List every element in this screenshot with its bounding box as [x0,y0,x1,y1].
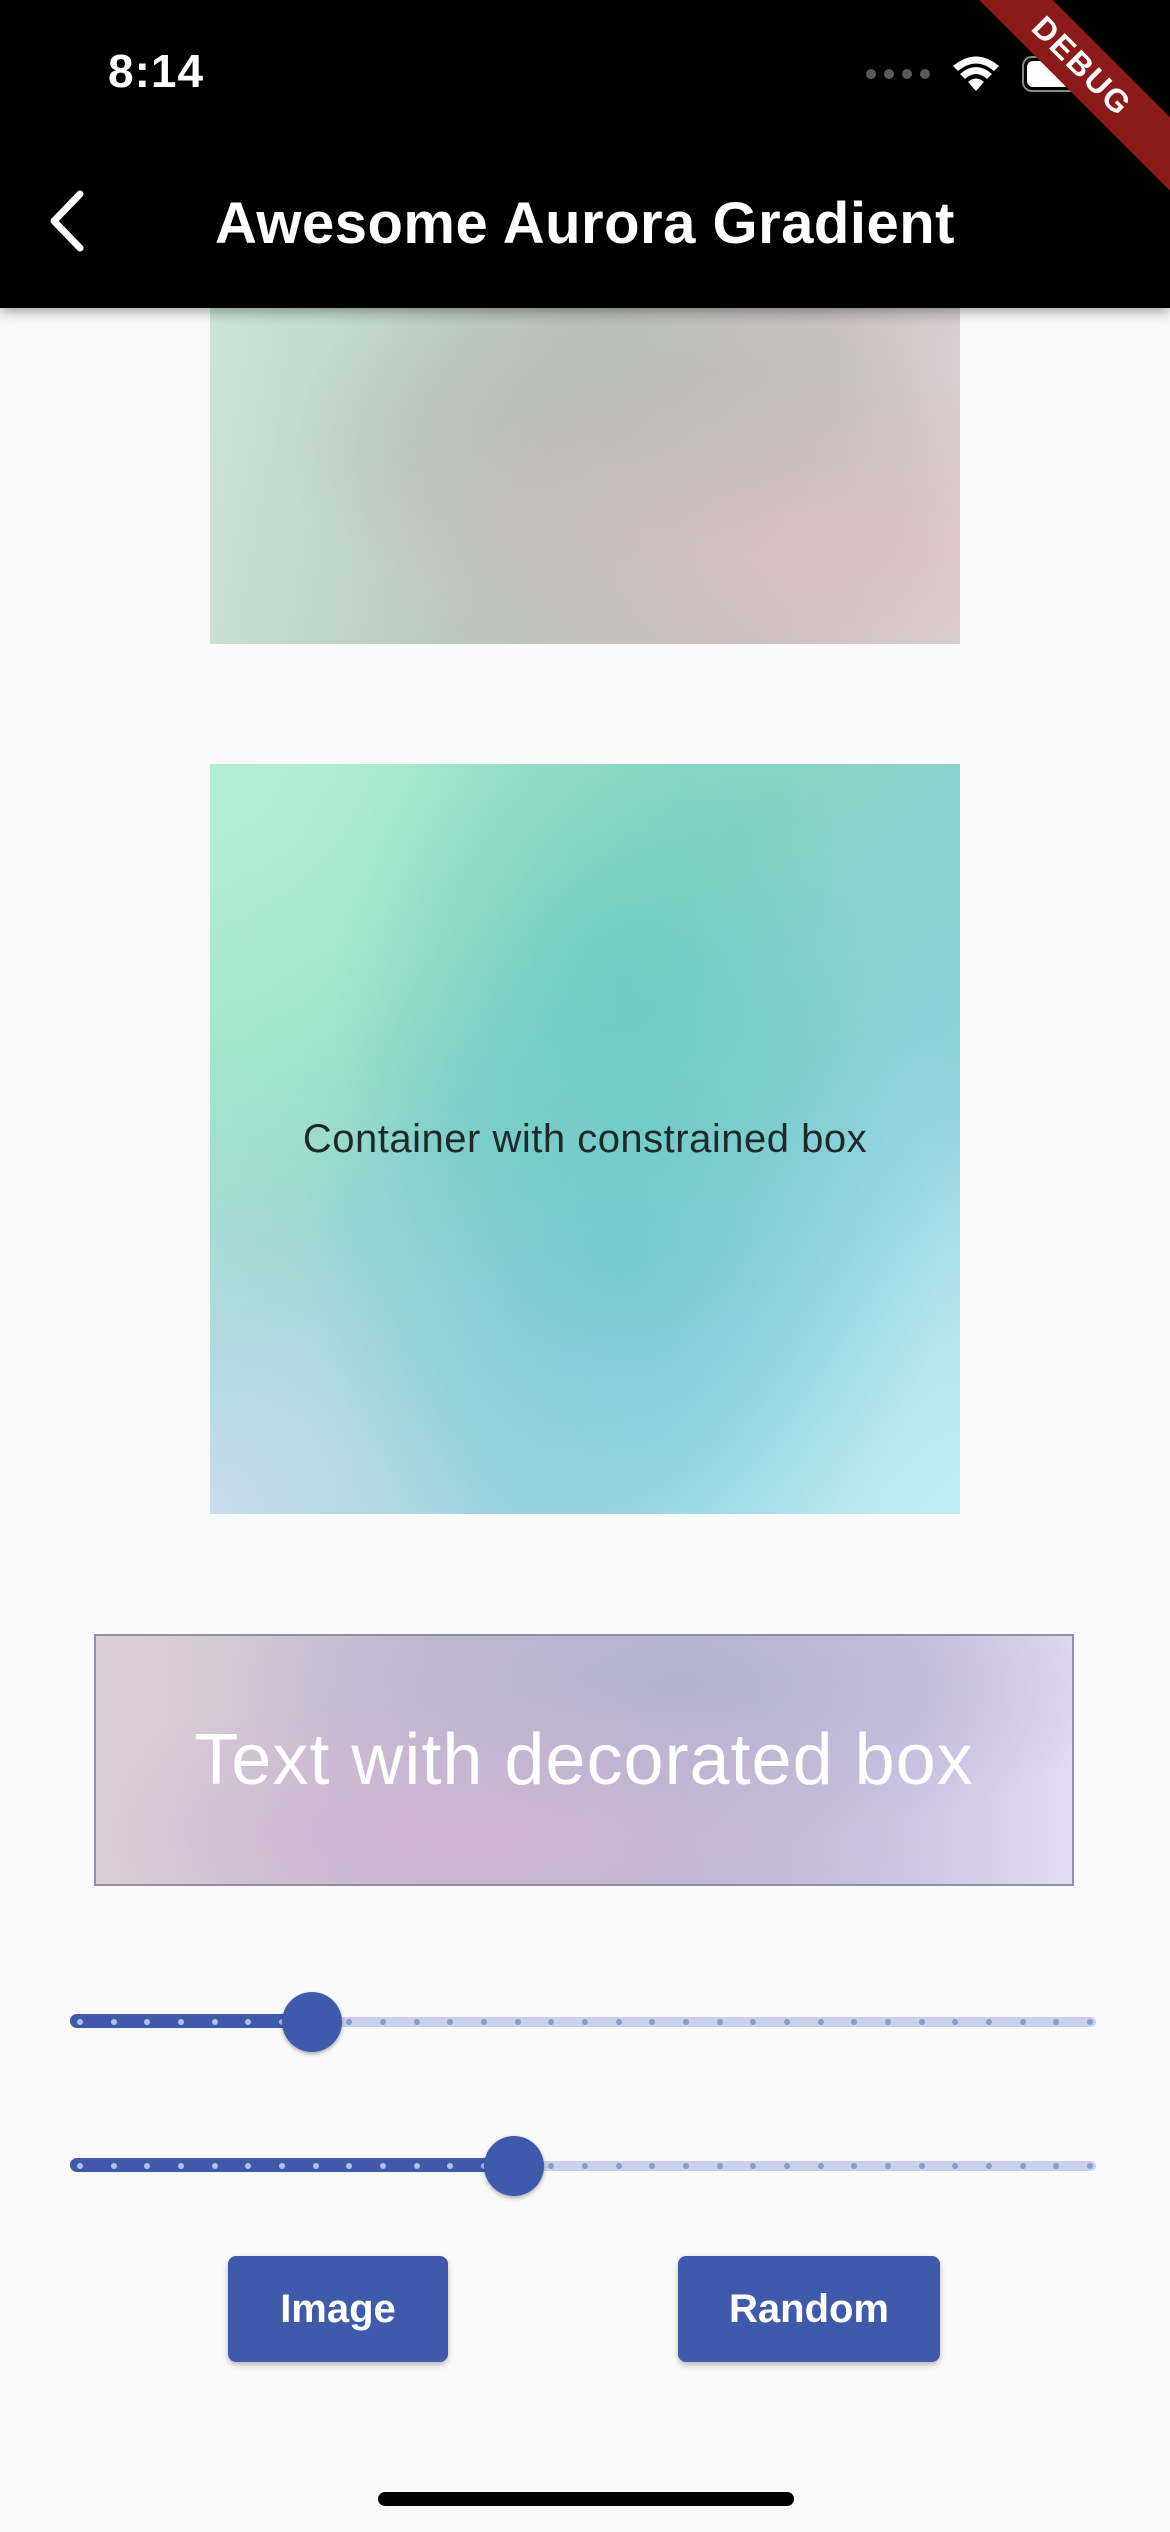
slider-tick [312,2163,319,2169]
slider-thumb[interactable] [282,1992,343,2052]
slider-tick [986,2019,992,2025]
image-button[interactable]: Image [228,2256,448,2362]
slider-tick [750,2163,757,2169]
slider-tick [1087,2019,1093,2025]
slider-tick [211,2163,218,2169]
slider-tick [548,2163,555,2169]
page-title: Awesome Aurora Gradient [215,191,955,256]
slider-tick [851,2163,858,2169]
slider-tick [548,2019,555,2025]
slider-1[interactable] [70,1990,1100,2052]
slider-tick [481,2019,487,2025]
slider-tick [380,2019,386,2025]
slider-tick [346,2163,353,2169]
slider-tick [144,2163,151,2169]
slider-tick [817,2163,824,2169]
slider-ticks [77,2019,1093,2025]
slider-tick [245,2019,252,2025]
slider-tick [110,2163,117,2169]
slider-tick [1019,2019,1026,2025]
slider-tick [784,2163,790,2169]
decorated-box-panel: Text with decorated box [94,1634,1074,1886]
signal-icon [866,69,930,79]
slider-tick [77,2163,83,2169]
app-bar: 8:14 DEBUG Awesome Aurora Gradient [0,0,1170,308]
slider-tick [211,2019,218,2025]
slider-tick [885,2019,891,2025]
slider-tick [986,2163,992,2169]
slider-tick [851,2019,858,2025]
slider-tick [1087,2163,1093,2169]
slider-tick [750,2019,757,2025]
slider-tick [683,2163,689,2169]
slider-tick [716,2163,723,2169]
slider-tick [918,2019,925,2025]
random-button[interactable]: Random [678,2256,940,2362]
slider-tick [144,2019,151,2025]
slider-tick [716,2019,723,2025]
slider-tick [918,2163,925,2169]
decorated-box-label: Text with decorated box [194,1720,974,1800]
slider-tick [110,2019,117,2025]
slider-tick [413,2163,420,2169]
slider-tick [279,2163,285,2169]
slider-tick [1053,2163,1060,2169]
slider-tick [582,2163,588,2169]
slider-tick [178,2019,184,2025]
wifi-icon [953,56,999,91]
slider-tick [817,2019,824,2025]
slider-tick [649,2163,656,2169]
constrained-box-label: Container with constrained box [302,1116,868,1161]
slider-tick [952,2163,959,2169]
slider-ticks [77,2163,1093,2169]
slider-tick [615,2019,622,2025]
debug-banner: DEBUG [936,0,1170,212]
slider-tick [649,2019,656,2025]
slider-tick [346,2019,353,2025]
status-time: 8:14 [108,45,205,97]
slider-tick [245,2163,252,2169]
constrained-box-panel: Container with constrained box [210,764,960,1514]
slider-tick [1019,2163,1026,2169]
slider-tick [1053,2019,1060,2025]
home-indicator[interactable] [378,2492,794,2506]
slider-tick [683,2019,689,2025]
slider-tick [380,2163,386,2169]
slider-tick [885,2163,891,2169]
slider-tick [615,2163,622,2169]
slider-tick [447,2163,454,2169]
slider-tick [952,2019,959,2025]
slider-tick [77,2019,83,2025]
slider-tick [413,2019,420,2025]
aurora-gradient-panel [210,308,960,644]
slider-tick [447,2019,454,2025]
slider-tick [514,2019,521,2025]
slider-tick [784,2019,790,2025]
slider-tick [582,2019,588,2025]
slider-2[interactable] [70,2134,1100,2196]
slider-tick [178,2163,184,2169]
slider-thumb[interactable] [484,2136,545,2196]
